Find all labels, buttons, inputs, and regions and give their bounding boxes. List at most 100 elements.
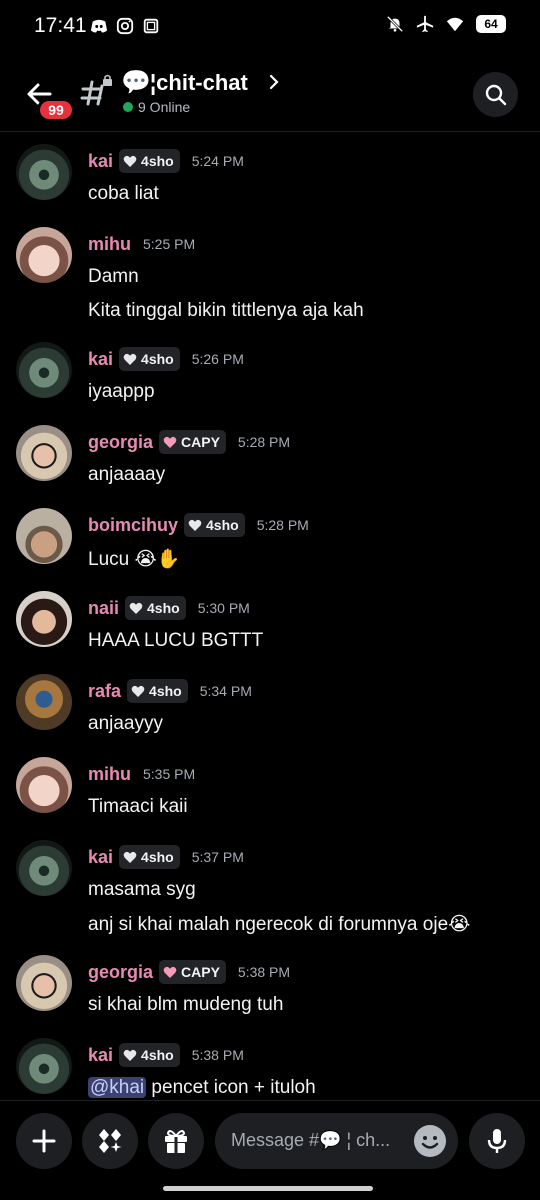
server-tag-label: 4sho: [149, 683, 182, 699]
message-row[interactable]: kai 4sho 5:26 PM iyaappp: [0, 342, 540, 416]
server-tag-label: 4sho: [141, 351, 174, 367]
server-tag-label: CAPY: [181, 964, 220, 980]
avatar[interactable]: [16, 425, 72, 481]
message-header: kai 4sho 5:24 PM: [88, 148, 244, 174]
timestamp: 5:26 PM: [191, 351, 244, 367]
username[interactable]: mihu: [88, 764, 131, 785]
message-header: mihu 5:35 PM: [88, 761, 195, 787]
timestamp: 5:37 PM: [191, 849, 244, 865]
timestamp: 5:24 PM: [191, 153, 244, 169]
message-text: coba liat: [88, 183, 159, 204]
channel-emoji: 💬: [121, 69, 151, 96]
battery-indicator: 64: [476, 15, 506, 33]
heart-icon: [188, 519, 202, 531]
username[interactable]: kai: [88, 847, 113, 868]
username[interactable]: naii: [88, 598, 119, 619]
avatar[interactable]: [16, 674, 72, 730]
username[interactable]: kai: [88, 151, 113, 172]
message-text: iyaappp: [88, 381, 155, 402]
wifi-icon: [446, 17, 464, 32]
message-text: anjaayyy: [88, 713, 163, 734]
status-bar: 17:41 64: [0, 0, 540, 56]
message-row[interactable]: georgia CAPY 5:38 PM si khai blm mudeng tuh: [0, 955, 540, 1029]
message-header: kai 4sho 5:37 PM: [88, 844, 244, 870]
message-row[interactable]: kai 4sho 5:37 PM masama syg anj si khai mala…: [0, 840, 540, 948]
heart-icon: [131, 685, 145, 697]
search-button[interactable]: [473, 72, 518, 117]
message-header: naii 4sho 5:30 PM: [88, 595, 250, 621]
heart-icon: [163, 966, 177, 978]
timestamp: 5:28 PM: [237, 434, 291, 450]
timestamp: 5:30 PM: [197, 600, 250, 616]
message-list[interactable]: kai 4sho 5:24 PM coba liat mihu 5:25 PM Damn Ki…: [0, 132, 540, 1100]
heart-icon: [123, 155, 137, 167]
message-header: mihu 5:25 PM: [88, 231, 195, 257]
server-tag[interactable]: 4sho: [119, 845, 180, 869]
gift-button[interactable]: [148, 1113, 204, 1169]
channel-name[interactable]: ¦chit-chat: [150, 70, 248, 96]
message-header: boimcihuy 4sho 5:28 PM: [88, 512, 309, 538]
server-tag-label: 4sho: [147, 600, 180, 616]
heart-icon: [123, 851, 137, 863]
message-row[interactable]: mihu 5:25 PM Damn Kita tinggal bikin tittle…: [0, 227, 540, 335]
message-text: Damn: [88, 266, 139, 287]
server-tag[interactable]: 4sho: [119, 149, 180, 173]
server-tag[interactable]: 4sho: [184, 513, 245, 537]
username[interactable]: kai: [88, 1045, 113, 1066]
message-row[interactable]: naii 4sho 5:30 PM HAAA LUCU BGTTT: [0, 591, 540, 665]
avatar[interactable]: [16, 508, 72, 564]
avatar[interactable]: [16, 591, 72, 647]
avatar[interactable]: [16, 840, 72, 896]
message-input-placeholder: Message #💬 ¦ ch...: [231, 1130, 391, 1150]
message-text: @khai pencet icon + ituloh: [88, 1077, 316, 1099]
message-header: georgia CAPY 5:28 PM: [88, 429, 290, 455]
message-row[interactable]: kai 4sho 5:24 PM coba liat: [0, 144, 540, 218]
username[interactable]: georgia: [88, 962, 153, 983]
message-header: georgia CAPY 5:38 PM: [88, 959, 290, 985]
instagram-icon: [116, 17, 134, 35]
add-attachment-button[interactable]: [16, 1113, 72, 1169]
search-icon: [485, 84, 506, 105]
message-row[interactable]: mihu 5:35 PM Timaaci kaii: [0, 757, 540, 831]
voice-message-button[interactable]: [469, 1113, 525, 1169]
username[interactable]: kai: [88, 349, 113, 370]
online-status-dot: [123, 102, 133, 112]
message-text: si khai blm mudeng tuh: [88, 994, 284, 1015]
server-tag[interactable]: 4sho: [125, 596, 186, 620]
avatar[interactable]: [16, 1038, 72, 1094]
server-tag[interactable]: 4sho: [127, 679, 188, 703]
avatar[interactable]: [16, 757, 72, 813]
server-tag-label: 4sho: [206, 517, 239, 533]
user-mention[interactable]: @khai: [88, 1077, 147, 1098]
avatar[interactable]: [16, 342, 72, 398]
server-tag[interactable]: 4sho: [119, 347, 180, 371]
message-row[interactable]: boimcihuy 4sho 5:28 PM Lucu 😭✋: [0, 508, 540, 582]
server-tag-label: 4sho: [141, 153, 174, 169]
heart-icon: [123, 353, 137, 365]
server-tag[interactable]: CAPY: [159, 960, 226, 984]
message-row[interactable]: rafa 4sho 5:34 PM anjaayyy: [0, 674, 540, 748]
username[interactable]: georgia: [88, 432, 153, 453]
message-input[interactable]: Message #💬 ¦ ch...: [215, 1113, 458, 1169]
username[interactable]: mihu: [88, 234, 131, 255]
plus-icon: [32, 1129, 56, 1153]
message-composer: Message #💬 ¦ ch...: [0, 1100, 540, 1200]
username[interactable]: rafa: [88, 681, 121, 702]
locked-channel-hash-icon: [80, 74, 112, 106]
message-row[interactable]: kai 4sho 5:38 PM @khai pencet icon + ituloh: [0, 1038, 540, 1100]
microphone-icon: [487, 1129, 507, 1153]
timestamp: 5:34 PM: [199, 683, 252, 699]
server-tag[interactable]: CAPY: [159, 430, 226, 454]
emoji-button[interactable]: [414, 1125, 446, 1157]
chevron-right-icon[interactable]: [268, 72, 280, 92]
server-tag[interactable]: 4sho: [119, 1043, 180, 1067]
apps-button[interactable]: [82, 1113, 138, 1169]
username[interactable]: boimcihuy: [88, 515, 178, 536]
home-indicator[interactable]: [163, 1186, 373, 1191]
online-count: 9 Online: [138, 99, 191, 115]
avatar[interactable]: [16, 144, 72, 200]
avatar[interactable]: [16, 955, 72, 1011]
message-row[interactable]: georgia CAPY 5:28 PM anjaaaay: [0, 425, 540, 499]
message-text: anj si khai malah ngerecok di forumnya o…: [88, 914, 471, 935]
avatar[interactable]: [16, 227, 72, 283]
